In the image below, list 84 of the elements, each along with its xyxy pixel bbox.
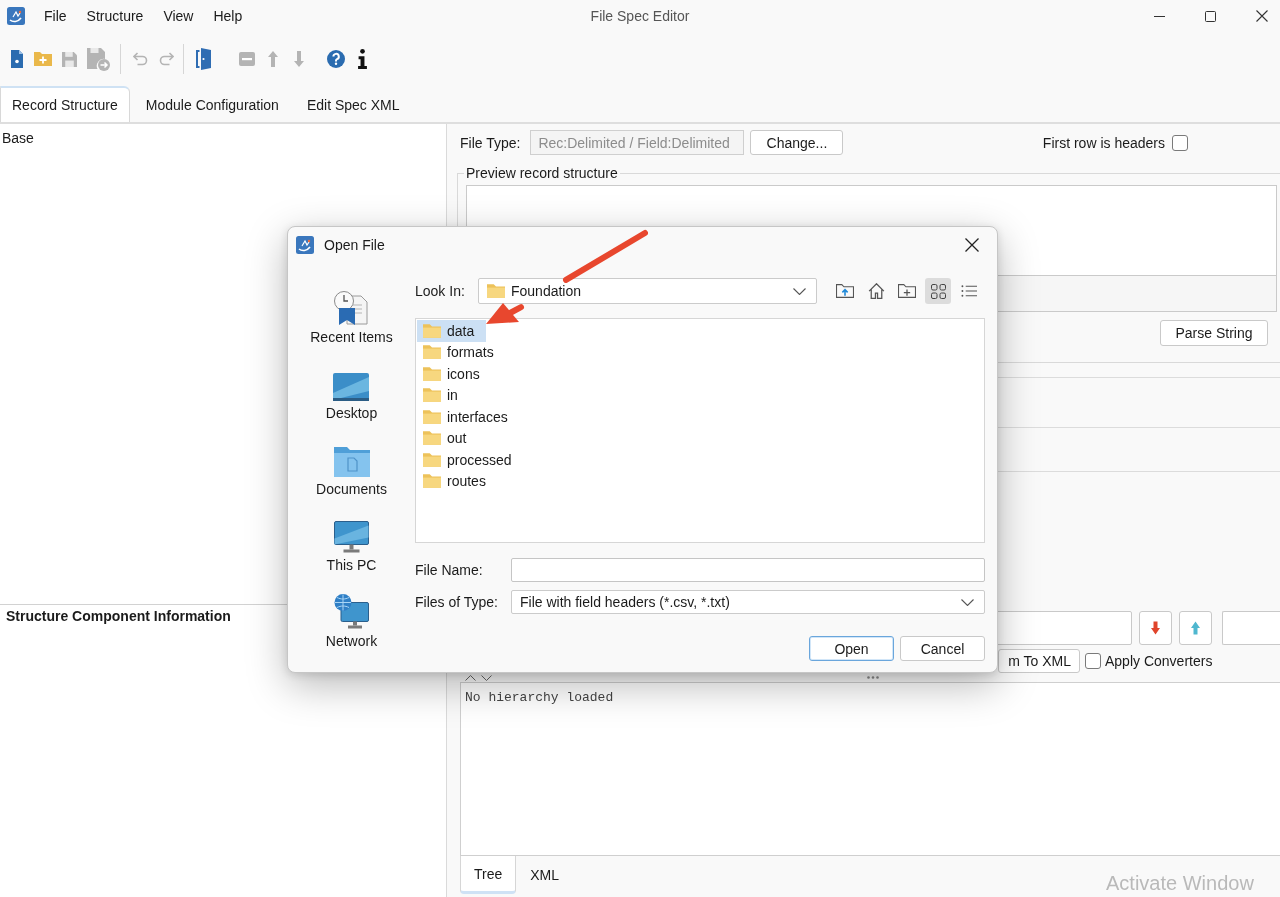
tab[interactable]: Tree bbox=[460, 856, 517, 894]
list-view-icon bbox=[961, 284, 977, 298]
folder-icon bbox=[487, 284, 505, 298]
checkbox-label: First row is headers bbox=[1042, 134, 1165, 151]
field-label: File Name: bbox=[415, 562, 484, 578]
file-type-dropdown[interactable]: File with field headers (*.csv, *.txt) bbox=[511, 590, 985, 614]
checkbox-label: Apply Converters bbox=[1105, 653, 1213, 669]
folder-icon bbox=[423, 409, 441, 424]
maximize-icon[interactable] bbox=[1205, 10, 1216, 22]
close-icon[interactable] bbox=[965, 238, 979, 252]
door-icon[interactable] bbox=[195, 48, 211, 70]
checkbox[interactable] bbox=[1085, 653, 1101, 669]
arrow-up-icon bbox=[1191, 621, 1200, 635]
to-xml-button[interactable]: m To XML bbox=[998, 649, 1080, 673]
clock-document-icon bbox=[334, 291, 369, 325]
documents-folder-icon bbox=[333, 447, 370, 477]
folder-icon bbox=[423, 431, 441, 446]
app-icon bbox=[7, 7, 25, 25]
folder-item[interactable]: in bbox=[417, 384, 470, 406]
grid-view-icon bbox=[930, 283, 946, 299]
folder-icon bbox=[423, 345, 441, 360]
folder-plus-icon bbox=[898, 284, 916, 298]
chevron-up-icon[interactable] bbox=[465, 674, 476, 681]
monitor-icon bbox=[334, 521, 369, 553]
chevron-down-icon bbox=[961, 598, 974, 606]
chevron-down-icon bbox=[793, 287, 806, 295]
checkbox[interactable] bbox=[1172, 134, 1188, 151]
folder-icon bbox=[423, 452, 441, 467]
menu-item[interactable]: Help bbox=[203, 8, 253, 24]
folder-item[interactable]: formats bbox=[417, 341, 506, 363]
activation-notice: Activate Window bbox=[1106, 872, 1254, 895]
chevron-down-icon[interactable] bbox=[481, 674, 492, 681]
folder-icon bbox=[423, 323, 441, 338]
field-label: Files of Type: bbox=[415, 594, 499, 610]
folder-icon bbox=[423, 474, 441, 489]
desktop-icon bbox=[333, 373, 370, 401]
tab[interactable]: XML bbox=[516, 856, 574, 894]
folder-up-icon bbox=[836, 284, 854, 298]
home-icon bbox=[867, 283, 885, 299]
status-message: No hierarchy loaded bbox=[465, 690, 614, 705]
folder-item[interactable]: interfaces bbox=[417, 406, 520, 428]
window-title: File Spec Editor bbox=[590, 8, 690, 24]
dialog-app-icon bbox=[296, 236, 314, 254]
network-globe-icon bbox=[334, 594, 369, 629]
file-name-field[interactable] bbox=[511, 558, 985, 582]
tab[interactable]: Module Configuration bbox=[133, 86, 291, 122]
new-file-icon[interactable] bbox=[11, 50, 23, 68]
move-down-button[interactable] bbox=[1139, 611, 1172, 645]
folder-icon bbox=[423, 388, 441, 403]
folder-item[interactable]: routes bbox=[417, 470, 498, 492]
tree-item[interactable]: Base bbox=[2, 129, 34, 147]
tab[interactable]: Edit Spec XML bbox=[294, 86, 412, 122]
sidebar-place[interactable]: Recent Items bbox=[310, 287, 393, 363]
dialog-button[interactable]: Cancel bbox=[900, 636, 985, 661]
dialog-title: Open File bbox=[324, 237, 385, 253]
look-in-dropdown[interactable]: Foundation bbox=[478, 278, 817, 304]
folder-item[interactable]: icons bbox=[417, 363, 492, 385]
tab[interactable]: Record Structure bbox=[0, 86, 130, 122]
field-label: File Type: bbox=[460, 134, 521, 151]
group-title: Preview record structure bbox=[465, 165, 619, 181]
menu-item[interactable]: Structure bbox=[76, 8, 154, 24]
info-icon[interactable] bbox=[357, 49, 367, 69]
dialog-button[interactable]: Open bbox=[809, 636, 894, 661]
move-up-button[interactable] bbox=[1179, 611, 1212, 645]
folder-item[interactable]: data bbox=[417, 320, 487, 342]
menu-item[interactable]: View bbox=[153, 8, 204, 24]
close-icon[interactable] bbox=[1256, 10, 1268, 22]
folder-item[interactable]: processed bbox=[417, 449, 524, 471]
folder-icon bbox=[423, 366, 441, 381]
arrow-down-icon bbox=[1151, 621, 1160, 635]
menu-item[interactable]: File bbox=[34, 8, 77, 24]
input-field[interactable] bbox=[1222, 611, 1280, 645]
sidebar-place[interactable]: Desktop bbox=[325, 363, 378, 439]
sidebar-place[interactable]: Documents bbox=[316, 439, 387, 515]
minimize-icon[interactable] bbox=[1154, 15, 1165, 17]
field-label: Look In: bbox=[415, 283, 466, 299]
folder-item[interactable]: out bbox=[417, 427, 479, 449]
panel-title: Structure Component Information bbox=[6, 608, 231, 624]
sidebar-place[interactable]: This PC bbox=[326, 515, 377, 591]
grid-view-button[interactable] bbox=[925, 278, 951, 304]
grip-dots-icon[interactable] bbox=[867, 676, 879, 679]
sidebar-place[interactable]: Network bbox=[325, 591, 378, 667]
help-icon[interactable] bbox=[327, 50, 345, 68]
parse-string-button[interactable]: Parse String bbox=[1160, 320, 1268, 346]
